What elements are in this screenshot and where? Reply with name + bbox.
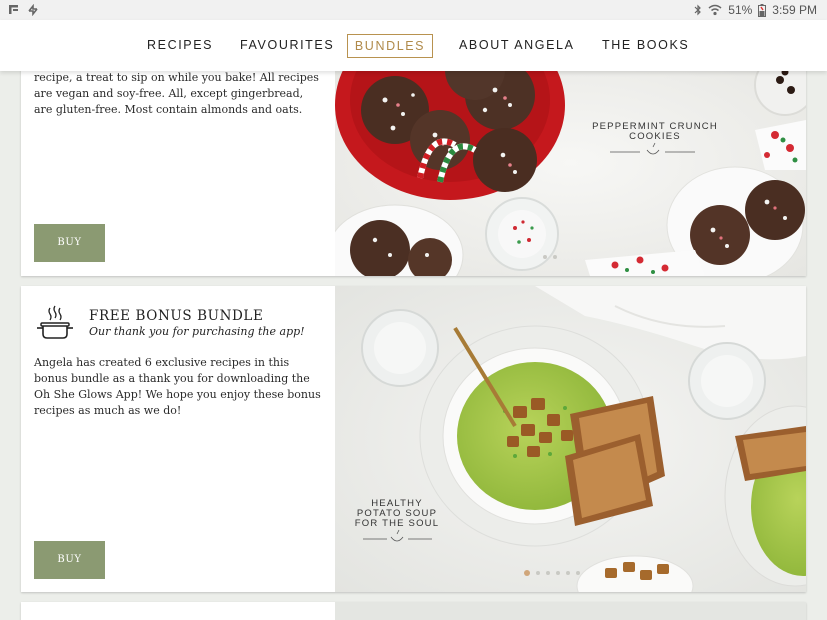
status-bar: 51% 3:59 PM	[0, 0, 827, 20]
battery-percentage: 51%	[728, 3, 753, 17]
battery-icon	[758, 3, 767, 17]
carousel-dot[interactable]	[556, 571, 560, 575]
image-caption: PEPPERMINT CRUNCH COOKIES	[592, 121, 718, 142]
sync-icon	[28, 4, 38, 16]
bundle-card-free-bonus: FREE BONUS BUNDLE Our thank you for purc…	[21, 286, 806, 592]
top-navigation: RECIPES FAVOURITES BUNDLES ABOUT ANGELA …	[0, 20, 827, 71]
buy-button[interactable]: BUY	[34, 541, 105, 579]
cooking-pot-icon	[37, 305, 73, 339]
bundle-info: recipe, a treat to sip on while you bake…	[21, 50, 335, 276]
carousel-dot[interactable]	[543, 255, 547, 259]
bundle-description: Angela has created 6 exclusive recipes i…	[34, 356, 321, 417]
potato-soup-photo	[335, 286, 806, 592]
buy-button[interactable]: BUY	[34, 224, 105, 262]
peppermint-cookies-photo	[335, 50, 806, 276]
carousel-dot[interactable]	[553, 255, 557, 259]
bundle-card-next	[21, 602, 806, 620]
image-caption: HEALTHY POTATO SOUP FOR THE SOUL	[354, 498, 440, 529]
carousel-indicator	[524, 570, 580, 576]
nav-about-angela[interactable]: ABOUT ANGELA	[459, 34, 575, 58]
carousel-dot[interactable]	[536, 571, 540, 575]
bundle-image-carousel[interactable]: HEALTHY POTATO SOUP FOR THE SOUL	[335, 286, 806, 592]
carousel-dot-active[interactable]	[524, 570, 530, 576]
bundle-image-carousel[interactable]	[335, 602, 806, 620]
carousel-dot[interactable]	[566, 571, 570, 575]
carousel-dot[interactable]	[576, 571, 580, 575]
nav-bundles[interactable]: BUNDLES	[347, 34, 433, 58]
carousel-indicator	[543, 255, 557, 259]
bundle-image-carousel[interactable]: PEPPERMINT CRUNCH COOKIES	[335, 50, 806, 276]
wifi-icon	[708, 4, 722, 16]
notification-app-icon	[9, 5, 18, 14]
bundle-subtitle: Our thank you for purchasing the app!	[89, 325, 305, 338]
bluetooth-icon	[694, 4, 702, 16]
bundle-card-holiday: recipe, a treat to sip on while you bake…	[21, 50, 806, 276]
nav-recipes[interactable]: RECIPES	[147, 34, 213, 58]
nav-the-books[interactable]: THE BOOKS	[602, 34, 689, 58]
carousel-dot[interactable]	[546, 571, 550, 575]
bundle-description: recipe, a treat to sip on while you bake…	[34, 71, 319, 116]
clock: 3:59 PM	[772, 3, 817, 17]
bundle-info: FREE BONUS BUNDLE Our thank you for purc…	[21, 286, 335, 592]
bundle-title: FREE BONUS BUNDLE	[89, 308, 264, 324]
nav-favourites[interactable]: FAVOURITES	[240, 34, 334, 58]
